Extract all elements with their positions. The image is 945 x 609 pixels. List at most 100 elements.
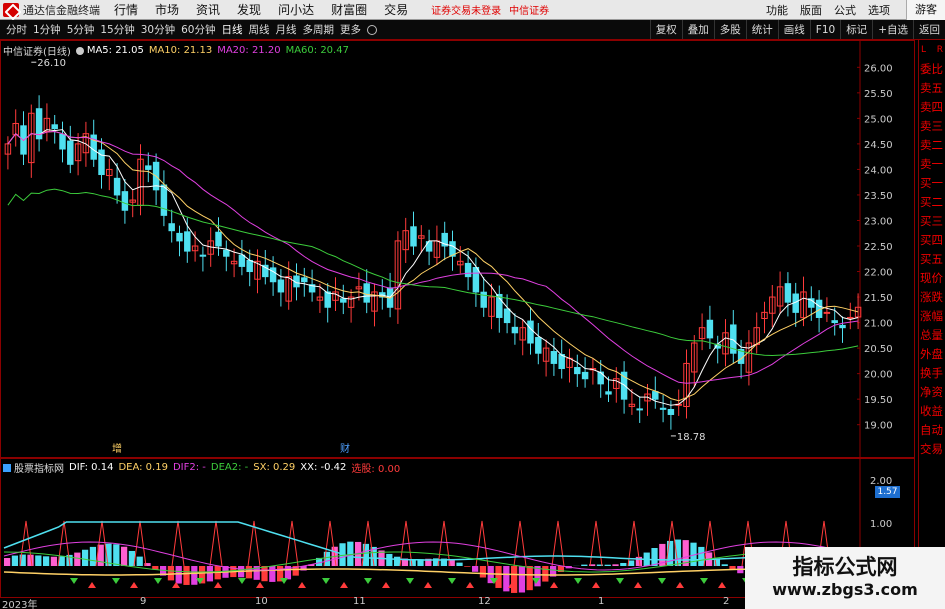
sidebar-item-12[interactable]: 涨跌 (919, 288, 945, 307)
tool-multi-stock[interactable]: 多股 (713, 20, 746, 39)
period-1min[interactable]: 1分钟 (33, 22, 61, 37)
tool-mark[interactable]: 标记 (840, 20, 872, 39)
dea2-label: DEA2: - (210, 462, 249, 473)
sidebar-item-10[interactable]: 买五 (919, 250, 945, 269)
menu-item-discover[interactable]: 发现 (237, 1, 261, 18)
value-tag: 1.57 (875, 486, 900, 498)
period-more[interactable]: 更多 (340, 22, 361, 37)
candle-down (324, 291, 331, 308)
tool-f10[interactable]: F10 (809, 20, 840, 39)
watermark-title: 指标公式网 (792, 555, 898, 579)
indicator-square-icon[interactable] (3, 463, 11, 472)
sidebar-item-16[interactable]: 换手 (919, 364, 945, 383)
tool-back[interactable]: 返回 (913, 20, 945, 39)
menu-item-options[interactable]: 选项 (868, 2, 890, 18)
price-tick-3: 24.50 (864, 140, 893, 151)
sidebar-lr: L R (919, 40, 945, 60)
period-monthly[interactable]: 月线 (276, 22, 297, 37)
sidebar-l[interactable]: L (921, 45, 926, 55)
ma20-label: MA20: 21.20 (217, 45, 281, 56)
watermark-url: www.zbgs3.com (772, 580, 918, 599)
sidebar-item-19[interactable]: 自动 (919, 421, 945, 440)
sidebar-item-8[interactable]: 买三 (919, 212, 945, 231)
period-5min[interactable]: 5分钟 (67, 22, 95, 37)
period-multi[interactable]: 多周期 (303, 22, 335, 37)
indicator-legend: 股票指标网 DIF: 0.14 DEA: 0.19 DIF2: - DEA2: … (3, 460, 405, 475)
tool-overlay[interactable]: 叠加 (681, 20, 714, 39)
guest-button[interactable]: 游客 (906, 0, 945, 20)
tool-add-watchlist[interactable]: +自选 (872, 20, 913, 39)
tool-adjust[interactable]: 复权 (649, 20, 682, 39)
sidebar-item-1[interactable]: 卖五 (919, 79, 945, 98)
menu-item-formula[interactable]: 公式 (834, 2, 856, 18)
price-tick-11: 20.50 (864, 344, 893, 355)
period-30min[interactable]: 30分钟 (141, 22, 175, 37)
period-intraday[interactable]: 分时 (6, 22, 27, 37)
macd-bar (542, 566, 549, 582)
macd-bar (167, 566, 175, 581)
sidebar-item-7[interactable]: 买二 (919, 193, 945, 212)
main-kline-chart[interactable]: 26.00 25.50 25.00 24.50 24.00 23.50 23.00 22.50… (0, 40, 945, 458)
sidebar-item-20[interactable]: 交易 (919, 440, 945, 459)
menu-item-layout[interactable]: 版面 (800, 2, 822, 18)
sidebar-item-4[interactable]: 卖二 (919, 136, 945, 155)
macd-bar (89, 546, 97, 566)
menu-item-function[interactable]: 功能 (766, 2, 788, 18)
sidebar-item-17[interactable]: 净资 (919, 383, 945, 402)
macd-bar (206, 566, 214, 582)
sidebar-item-0[interactable]: 委比 (919, 60, 945, 79)
macd-bar (175, 566, 182, 584)
candle-down (176, 232, 183, 242)
sidebar-item-15[interactable]: 外盘 (919, 345, 945, 364)
up-arrow-icon (298, 582, 306, 588)
menu-item-trade[interactable]: 交易 (384, 1, 408, 18)
menu-item-ask[interactable]: 问小达 (278, 1, 314, 18)
up-arrow-icon (676, 582, 684, 588)
login-status[interactable]: 证券交易未登录 (431, 2, 501, 17)
sidebar-item-11[interactable]: 现价 (919, 269, 945, 288)
menu-item-wealth[interactable]: 财富圈 (331, 1, 367, 18)
price-tick-8: 22.00 (864, 268, 893, 279)
candle-down (184, 231, 191, 252)
ma10-label: MA10: 21.13 (148, 45, 213, 56)
main-legend: 中信证券(日线) MA5: 21.05 MA10: 21.13 MA20: 21… (3, 43, 354, 58)
macd-bar (74, 552, 81, 566)
up-arrow-icon (256, 582, 264, 588)
menu-item-market[interactable]: 市场 (155, 1, 179, 18)
sidebar-item-18[interactable]: 收益 (919, 402, 945, 421)
macd-bar (386, 553, 393, 566)
menu-item-quotes[interactable]: 行情 (114, 1, 138, 18)
tool-statistics[interactable]: 统计 (745, 20, 778, 39)
stock-title: 中信证券(日线) (3, 47, 71, 58)
sidebar-item-5[interactable]: 卖一 (919, 155, 945, 174)
event-marker-zeng: 增 (112, 442, 122, 455)
broker-name[interactable]: 中信证券 (509, 2, 549, 17)
up-arrow-icon (214, 582, 222, 588)
sidebar-item-6[interactable]: 买一 (919, 174, 945, 193)
sidebar-item-2[interactable]: 卖四 (919, 98, 945, 117)
sidebar-item-9[interactable]: 买四 (919, 231, 945, 250)
down-arrow-icon (616, 578, 624, 584)
period-15min[interactable]: 15分钟 (100, 22, 134, 37)
tool-draw[interactable]: 画线 (777, 20, 810, 39)
sidebar-item-3[interactable]: 卖三 (919, 117, 945, 136)
period-60min[interactable]: 60分钟 (181, 22, 215, 37)
period-daily[interactable]: 日线 (222, 22, 243, 37)
price-tick-4: 24.00 (864, 165, 893, 176)
xaxis-label-start: 2023年 (2, 600, 38, 609)
menu-item-news[interactable]: 资讯 (196, 1, 220, 18)
period-weekly[interactable]: 周线 (249, 22, 270, 37)
up-arrow-icon (634, 582, 642, 588)
sidebar-r[interactable]: R (937, 45, 943, 55)
menu-bar: 通达信金融终端 行情 市场 资讯 发现 问小达 财富圈 交易 证券交易未登录 中… (0, 0, 945, 20)
down-arrow-icon (322, 578, 330, 584)
settings-dot-icon[interactable] (75, 46, 84, 55)
signal-triangle (171, 520, 185, 567)
price-tick-0: 26.00 (864, 63, 893, 74)
macd-bar (612, 564, 619, 566)
down-arrow-icon (448, 578, 456, 584)
sidebar-item-14[interactable]: 总量 (919, 326, 945, 345)
candle-down (605, 391, 612, 395)
close-circle-icon[interactable] (367, 24, 377, 35)
sidebar-item-13[interactable]: 涨幅 (919, 307, 945, 326)
